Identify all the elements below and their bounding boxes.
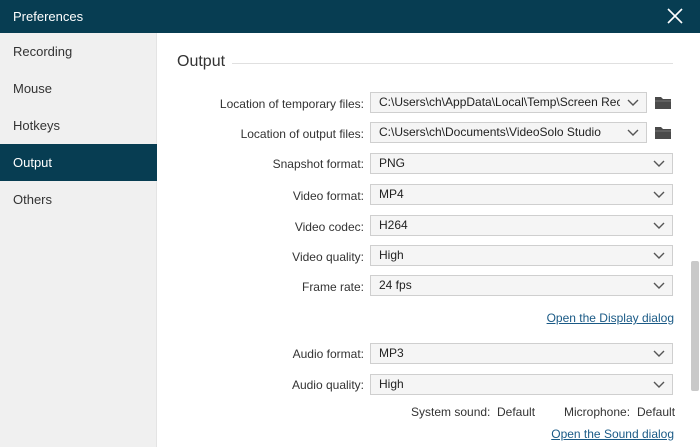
sidebar-item-mouse[interactable]: Mouse [0,70,157,107]
output-files-select[interactable]: C:\Users\ch\Documents\VideoSolo Studio [370,122,647,143]
folder-icon[interactable] [654,95,672,110]
section-divider [232,63,673,64]
open-sound-dialog-link[interactable]: Open the Sound dialog [551,427,674,441]
video-quality-select[interactable]: High [370,245,673,266]
output-settings-panel: Output Location of temporary files: C:\U… [157,33,700,447]
audio-quality-value: High [379,377,404,391]
chevron-down-icon [653,350,665,357]
chevron-down-icon [653,282,665,289]
video-format-select[interactable]: MP4 [370,184,673,205]
sidebar-item-others[interactable]: Others [0,181,157,218]
audio-quality-select[interactable]: High [370,374,673,395]
audio-format-value: MP3 [379,346,404,360]
folder-icon[interactable] [654,125,672,140]
system-sound-label: System sound: [411,405,491,419]
temp-files-select[interactable]: C:\Users\ch\AppData\Local\Temp\Screen Re… [370,92,647,113]
audio-quality-label: Audio quality: [291,378,364,392]
section-title: Output [177,53,226,70]
frame-rate-value: 24 fps [379,278,412,292]
sidebar-item-recording[interactable]: Recording [0,33,157,70]
chevron-down-icon [653,252,665,259]
video-quality-value: High [379,248,404,262]
window-title: Preferences [13,9,84,24]
chevron-down-icon [653,191,665,198]
open-display-dialog-link[interactable]: Open the Display dialog [547,311,674,325]
snapshot-format-value: PNG [379,156,406,170]
snapshot-format-label: Snapshot format: [272,157,364,171]
sidebar-item-output[interactable]: Output [0,144,157,181]
video-format-label: Video format: [292,189,364,203]
video-quality-label: Video quality: [292,250,364,264]
video-codec-value: H264 [379,218,408,232]
temp-files-value: C:\Users\ch\AppData\Local\Temp\Screen Re… [379,95,620,109]
video-codec-label: Video codec: [294,220,364,234]
chevron-down-icon [653,381,665,388]
video-codec-select[interactable]: H264 [370,215,673,236]
frame-rate-label: Frame rate: [301,280,364,294]
chevron-down-icon [653,222,665,229]
audio-format-label: Audio format: [292,347,364,361]
microphone-label: Microphone: [564,405,631,419]
audio-format-select[interactable]: MP3 [370,343,673,364]
microphone-value: Default [637,405,676,419]
frame-rate-select[interactable]: 24 fps [370,275,673,296]
sidebar: Recording Mouse Hotkeys Output Others [0,33,157,447]
chevron-down-icon [653,160,665,167]
vertical-scrollbar[interactable] [691,261,699,391]
title-bar: Preferences [0,0,700,33]
system-sound-value: Default [497,405,536,419]
temp-files-label: Location of temporary files: [219,97,364,111]
video-format-value: MP4 [379,187,404,201]
close-icon[interactable] [667,8,683,24]
snapshot-format-select[interactable]: PNG [370,153,673,174]
output-files-value: C:\Users\ch\Documents\VideoSolo Studio [379,125,601,139]
chevron-down-icon [627,99,639,106]
sidebar-item-hotkeys[interactable]: Hotkeys [0,107,157,144]
output-files-label: Location of output files: [240,127,364,141]
chevron-down-icon [627,129,639,136]
